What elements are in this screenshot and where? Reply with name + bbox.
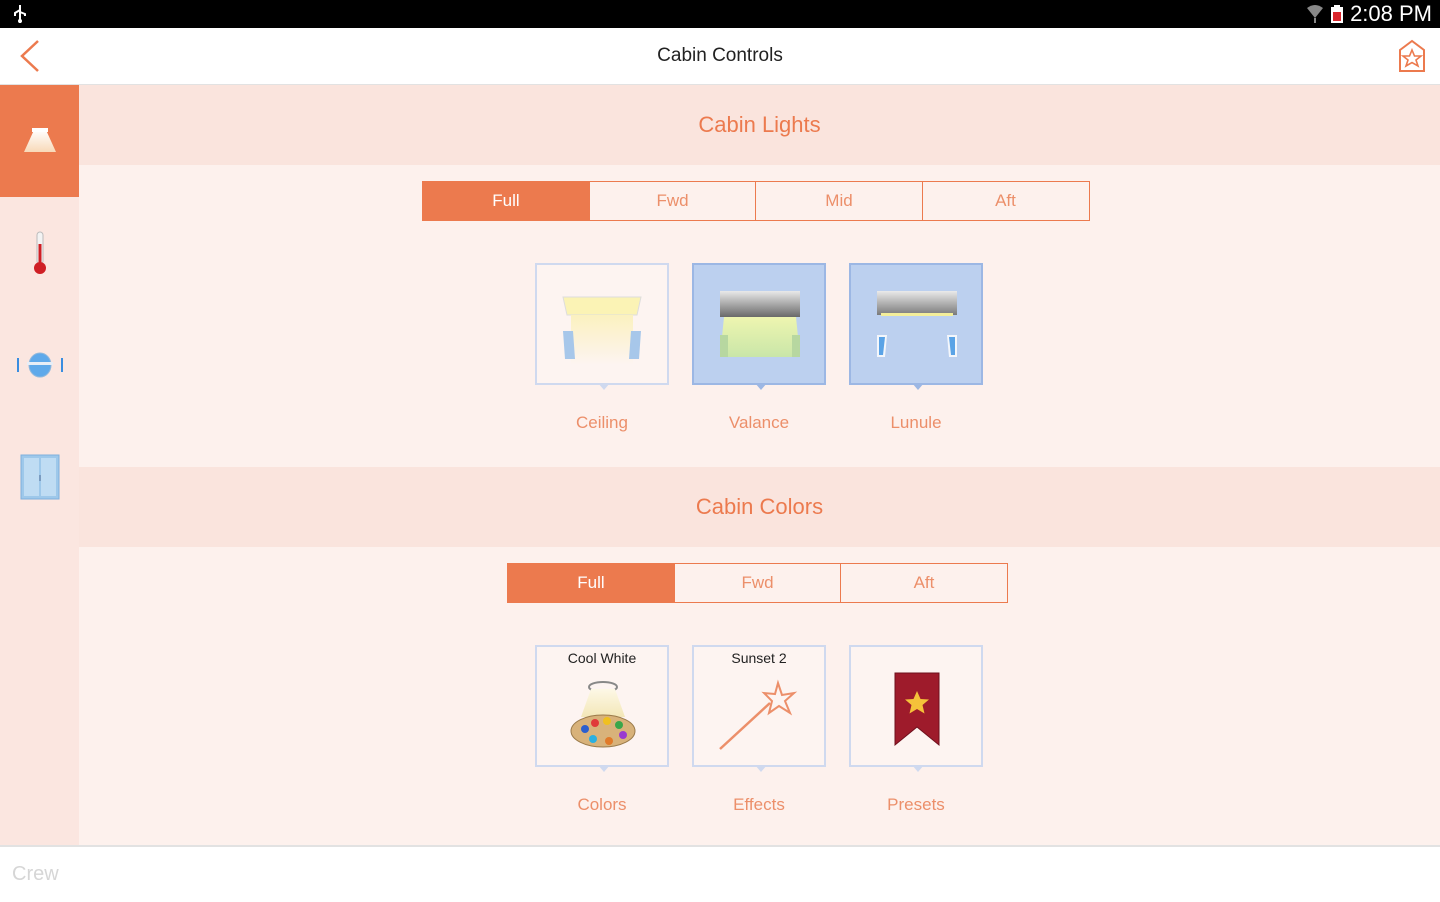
- magic-wand-icon: [719, 679, 798, 750]
- ceiling-light-tile[interactable]: [535, 263, 669, 390]
- page-title: Cabin Controls: [657, 45, 783, 66]
- valance-light-tile[interactable]: [692, 263, 826, 390]
- colors-label: Colors: [577, 795, 627, 814]
- thermometer-icon: [33, 231, 46, 274]
- seat-icon: [16, 352, 63, 378]
- colors-zone-aft[interactable]: Aft: [840, 563, 1008, 603]
- lights-zone-full[interactable]: Full: [422, 181, 590, 221]
- clock: 2:08 PM: [1350, 1, 1432, 26]
- effects-tile[interactable]: Sunset 2: [692, 645, 826, 772]
- cabin-colors-header: Cabin Colors: [79, 467, 1440, 547]
- colors-zone-selector: Full Fwd Aft: [507, 563, 1008, 603]
- cabin-lights-header: Cabin Lights: [79, 85, 1440, 165]
- colors-tile[interactable]: Cool White: [535, 645, 669, 772]
- bookmark-star-icon: [894, 672, 940, 747]
- crew-link[interactable]: Crew: [12, 863, 59, 886]
- sidebar-item-temperature[interactable]: [0, 197, 79, 309]
- status-bar: 2:08 PM: [0, 0, 1440, 28]
- lunule-label: Lunule: [890, 413, 942, 432]
- ceiling-light-icon: [23, 128, 56, 152]
- sidebar-item-lights[interactable]: [0, 85, 79, 197]
- valance-label: Valance: [728, 413, 790, 432]
- app-bar: Cabin Controls: [0, 28, 1440, 86]
- bottom-bar: Crew: [0, 845, 1440, 902]
- sidebar: [0, 85, 79, 845]
- ceiling-light-icon: [562, 296, 642, 365]
- colors-zone-fwd[interactable]: Fwd: [673, 563, 842, 603]
- wifi-icon: [1307, 5, 1324, 23]
- effects-label: Effects: [733, 795, 785, 814]
- main-panel: Cabin Lights Full Fwd Mid Aft Ceiling Va…: [79, 85, 1440, 845]
- lights-zone-fwd[interactable]: Fwd: [588, 181, 757, 221]
- palette-icon: [570, 681, 636, 748]
- ceiling-label: Ceiling: [576, 413, 628, 432]
- lights-zone-aft[interactable]: Aft: [921, 181, 1090, 221]
- cabin-colors-title: Cabin Colors: [695, 494, 824, 519]
- usb-icon: [14, 5, 26, 23]
- sidebar-item-window[interactable]: [0, 421, 79, 533]
- lights-zone-mid[interactable]: Mid: [755, 181, 923, 221]
- lights-zone-selector: Full Fwd Mid Aft: [422, 181, 1090, 221]
- lunule-light-icon: [877, 291, 957, 357]
- colors-zone-full[interactable]: Full: [507, 563, 675, 603]
- valance-light-icon: [720, 291, 800, 357]
- cabin-lights-title: Cabin Lights: [698, 112, 821, 137]
- sidebar-item-seat[interactable]: [0, 309, 79, 421]
- favorite-star-icon[interactable]: [1396, 38, 1428, 74]
- presets-label: Presets: [887, 795, 945, 814]
- presets-tile[interactable]: [849, 645, 983, 772]
- window-shade-icon: [20, 454, 59, 500]
- battery-icon: [1331, 5, 1344, 23]
- lunule-light-tile[interactable]: [849, 263, 983, 390]
